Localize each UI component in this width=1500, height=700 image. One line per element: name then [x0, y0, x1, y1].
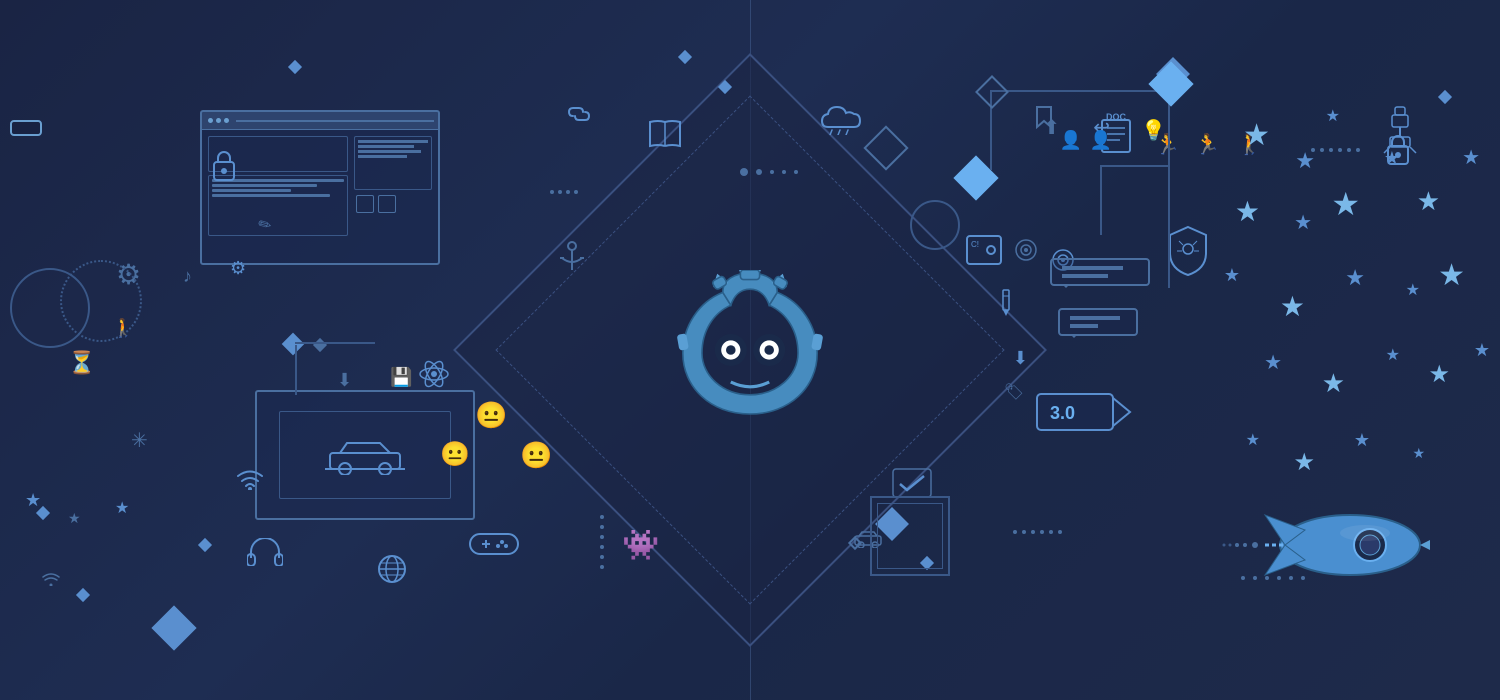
- node-vline-4: [1100, 165, 1102, 235]
- dots-horiz-2: [1013, 530, 1062, 534]
- dots-trail-lock: [1311, 148, 1360, 152]
- node-hline-2: [1100, 165, 1170, 167]
- godot-logo: [670, 270, 830, 430]
- tagline-badge: [10, 120, 42, 136]
- code-icon: C!: [966, 235, 1002, 270]
- connector-v-1: [295, 345, 297, 395]
- link-icon: [565, 100, 593, 133]
- star-3: ★: [1326, 106, 1340, 126]
- star-9: ★: [1462, 145, 1480, 170]
- arrow-down-icon: ⬇: [1013, 348, 1028, 369]
- pen-icon: [1000, 288, 1012, 323]
- rocket-dots-trail: [1241, 576, 1305, 580]
- wifi-small-icon: [42, 572, 60, 589]
- bookmark-icon: [1035, 105, 1053, 134]
- emoji-face-3: 😐: [440, 440, 470, 469]
- headphones-icon: [247, 538, 283, 571]
- wrench-icon: ⚙: [230, 258, 246, 279]
- node-vline-3: [1168, 168, 1170, 288]
- star-14: ★: [1438, 258, 1465, 293]
- shield-icon: [1166, 225, 1210, 282]
- svg-text:3.0: 3.0: [1050, 403, 1075, 423]
- star-2: ★: [1295, 148, 1315, 174]
- star-l1: ★: [25, 490, 41, 511]
- tag-icon: 🏷: [1004, 382, 1024, 402]
- sun-icon: ✳: [131, 428, 148, 453]
- robot-arm-icon: [1380, 105, 1420, 160]
- chat-bubble-2: [1058, 308, 1138, 336]
- emoji-face-2: 😐: [520, 440, 552, 471]
- dots-vertical: [600, 515, 604, 569]
- star-8: ★: [1417, 186, 1440, 217]
- editor-titlebar: [202, 112, 438, 130]
- atom-icon: [418, 358, 450, 395]
- hourglass-icon: ⏳: [68, 350, 95, 376]
- circle-decoration-right: [910, 200, 960, 250]
- node-hline-1: [990, 90, 1170, 92]
- person-small-1: 🚶: [112, 318, 134, 339]
- star-23: ★: [1412, 445, 1425, 462]
- star-4: ★: [1235, 195, 1260, 228]
- editor-dot-2: [216, 118, 221, 123]
- star-5: ★: [1294, 210, 1312, 235]
- rocket-icon: [1210, 495, 1430, 600]
- globe-icon: [377, 554, 407, 589]
- anchor-icon: [558, 240, 586, 277]
- gamepad-icon: [468, 528, 520, 565]
- star-15: ★: [1264, 350, 1282, 375]
- svg-text:C!: C!: [971, 240, 979, 249]
- version-flag: 3.0: [1035, 392, 1135, 447]
- star-l3: ★: [115, 498, 129, 518]
- music-note-icon: ♪: [183, 266, 192, 287]
- chat-bubble-1: [1050, 258, 1150, 286]
- star-12: ★: [1345, 265, 1365, 291]
- star-10: ★: [1224, 265, 1240, 286]
- target-1: [1014, 238, 1038, 267]
- lightbulb-icon: 💡: [1141, 118, 1166, 143]
- connector-h-1: [295, 342, 375, 344]
- person-icon-1: 👤: [1090, 130, 1112, 151]
- star-19: ★: [1474, 340, 1490, 361]
- star-18: ★: [1428, 360, 1450, 389]
- person-icon-2: 👤: [1060, 130, 1082, 151]
- dots-row-1: [740, 168, 798, 176]
- star-6: ★: [1331, 185, 1360, 223]
- star-11: ★: [1280, 290, 1305, 323]
- star-20: ★: [1246, 430, 1260, 450]
- editor-dot-1: [208, 118, 213, 123]
- book-icon: [648, 118, 682, 153]
- editor-dot-3: [224, 118, 229, 123]
- star-16: ★: [1322, 368, 1345, 399]
- download-icon: ⬇: [337, 370, 352, 391]
- star-21: ★: [1293, 448, 1315, 477]
- star-22: ★: [1354, 430, 1370, 451]
- star-13: ★: [1406, 280, 1420, 300]
- person-run-2: 🏃: [1195, 132, 1220, 157]
- save-icon: 💾: [390, 367, 412, 388]
- wifi-icon: [237, 468, 263, 496]
- emoji-face-1: 😐: [475, 400, 507, 431]
- star-l2: ★: [68, 510, 81, 527]
- dots-horiz-1: [550, 190, 578, 194]
- star-1: ★: [1243, 118, 1270, 153]
- star-17: ★: [1386, 345, 1400, 365]
- monster-icon: 👾: [622, 528, 659, 563]
- lock-icon: [210, 148, 238, 189]
- node-box-right: [870, 496, 950, 576]
- cloud-icon: [820, 105, 864, 140]
